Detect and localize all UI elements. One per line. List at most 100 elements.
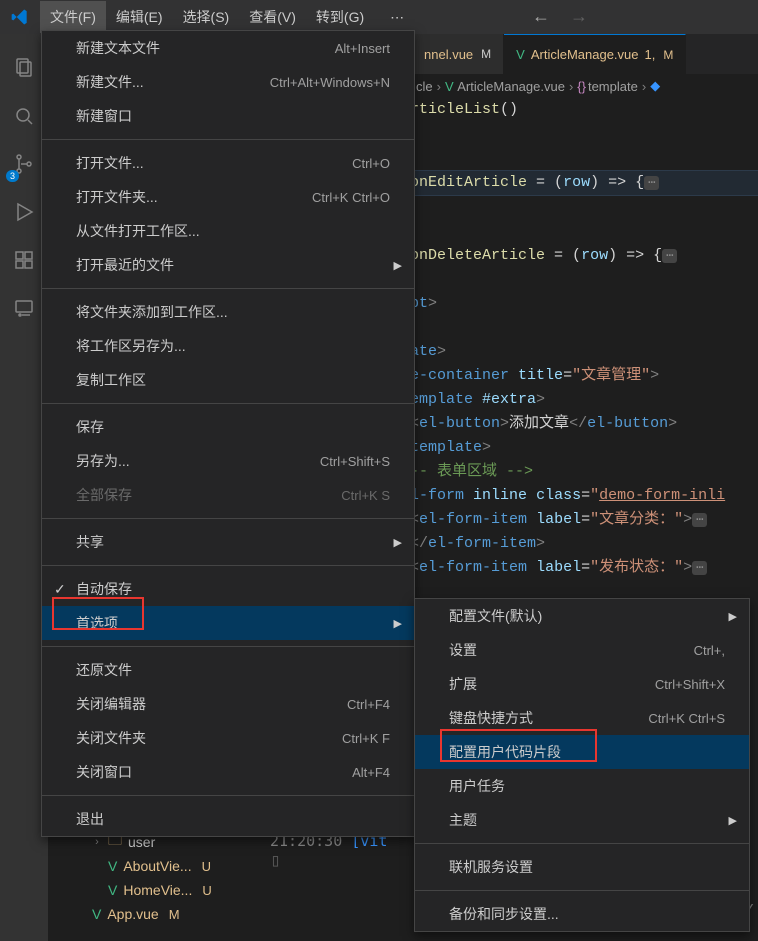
menu-separator	[42, 139, 414, 140]
menu-item-22[interactable]: 还原文件	[42, 653, 414, 687]
submenu-item-10[interactable]: 备份和同步设置...	[415, 897, 749, 931]
menu-item-label: 退出	[76, 809, 104, 829]
menu-edit[interactable]: 编辑(E)	[106, 1, 173, 33]
editor-tabs: nnel.vue M V ArticleManage.vue 1, M	[412, 34, 758, 74]
scm-status-badge: U	[202, 883, 211, 898]
chevron-right-icon: ›	[437, 79, 441, 94]
submenu-item-5[interactable]: 用户任务	[415, 769, 749, 803]
menu-item-label: 打开文件...	[76, 153, 144, 173]
menu-item-shortcut: Ctrl+Shift+S	[320, 454, 390, 469]
vue-icon: V	[92, 906, 101, 922]
tab-1[interactable]: V ArticleManage.vue 1, M	[504, 34, 686, 74]
menu-item-label: 设置	[449, 640, 477, 660]
menu-view[interactable]: 查看(V)	[239, 1, 306, 33]
menu-item-11[interactable]: 复制工作区	[42, 363, 414, 397]
menu-item-0[interactable]: 新建文本文件Alt+Insert	[42, 31, 414, 65]
crumb[interactable]: ArticleManage.vue	[457, 79, 565, 94]
menu-item-label: 共享	[76, 532, 104, 552]
menu-item-7[interactable]: 打开最近的文件 ▶	[42, 248, 414, 282]
submenu-item-2[interactable]: 扩展Ctrl+Shift+X	[415, 667, 749, 701]
scm-status-badge: U	[202, 859, 211, 874]
tab-problems: 1,	[645, 47, 656, 62]
menu-item-label: 关闭文件夹	[76, 728, 146, 748]
menu-item-2[interactable]: 新建窗口	[42, 99, 414, 133]
submenu-item-0[interactable]: 配置文件(默认) ▶	[415, 599, 749, 633]
chevron-right-icon: ›	[569, 79, 573, 94]
menu-item-shortcut: Ctrl+O	[352, 156, 390, 171]
submenu-item-1[interactable]: 设置 Ctrl+,	[415, 633, 749, 667]
menu-item-25[interactable]: 关闭窗口Alt+F4	[42, 755, 414, 789]
menu-item-6[interactable]: 从文件打开工作区...	[42, 214, 414, 248]
menu-item-label: 全部保存	[76, 485, 132, 505]
menu-item-label: 打开文件夹...	[76, 187, 158, 207]
vue-icon: V	[108, 882, 117, 898]
submenu-item-8[interactable]: 联机服务设置	[415, 850, 749, 884]
menu-item-9[interactable]: 将文件夹添加到工作区...	[42, 295, 414, 329]
menu-item-23[interactable]: 关闭编辑器Ctrl+F4	[42, 687, 414, 721]
submenu-item-4[interactable]: 配置用户代码片段	[415, 735, 749, 769]
nav-back-icon[interactable]: ←	[532, 6, 550, 27]
menu-item-label: 另存为...	[76, 451, 130, 471]
crumb[interactable]: template	[588, 79, 638, 94]
breadcrumb[interactable]: cle › V ArticleManage.vue › {} template …	[412, 74, 758, 98]
menu-item-shortcut: Ctrl+K Ctrl+S	[648, 711, 725, 726]
chevron-right-icon: ▶	[394, 617, 402, 630]
menu-item-label: 自动保存	[76, 579, 132, 599]
menu-item-label: 配置文件(默认)	[449, 606, 542, 626]
menu-more[interactable]: ⋯	[380, 3, 414, 32]
scm-status-badge: M	[169, 907, 180, 922]
chevron-right-icon: ▶	[729, 610, 737, 623]
menu-item-label: 将文件夹添加到工作区...	[76, 302, 228, 322]
tree-item-3[interactable]: V App.vue M	[58, 902, 212, 926]
menu-item-20[interactable]: 首选项▶	[42, 606, 414, 640]
tree-item-2[interactable]: VHomeVie...U	[58, 878, 212, 902]
submenu-item-6[interactable]: 主题▶	[415, 803, 749, 837]
file-menu-dropdown: 新建文本文件Alt+Insert新建文件...Ctrl+Alt+Windows+…	[41, 30, 415, 837]
menu-separator	[42, 288, 414, 289]
menu-item-24[interactable]: 关闭文件夹Ctrl+K F	[42, 721, 414, 755]
menu-select[interactable]: 选择(S)	[173, 1, 240, 33]
menu-item-shortcut: Ctrl+K Ctrl+O	[312, 190, 390, 205]
menu-item-27[interactable]: 退出	[42, 802, 414, 836]
menu-separator	[415, 890, 749, 891]
menu-separator	[415, 843, 749, 844]
tree-item-1[interactable]: V AboutVie... U	[58, 854, 212, 878]
tab-filename: ArticleManage.vue	[531, 47, 639, 62]
vue-icon: V	[516, 47, 525, 62]
tree-item-name: AboutVie...	[123, 858, 191, 874]
menu-item-14[interactable]: 另存为... Ctrl+Shift+S	[42, 444, 414, 478]
menu-item-13[interactable]: 保存	[42, 410, 414, 444]
tab-0[interactable]: nnel.vue M	[412, 34, 504, 74]
submenu-item-3[interactable]: 键盘快捷方式 Ctrl+K Ctrl+S	[415, 701, 749, 735]
tree-item-name: App.vue	[107, 906, 158, 922]
menu-separator	[42, 565, 414, 566]
nav-forward-icon[interactable]: →	[570, 6, 588, 27]
chevron-right-icon: ▶	[394, 259, 402, 272]
menu-goto[interactable]: 转到(G)	[306, 1, 374, 33]
menu-item-label: 备份和同步设置...	[449, 904, 559, 924]
menu-item-1[interactable]: 新建文件...Ctrl+Alt+Windows+N	[42, 65, 414, 99]
tab-filename: nnel.vue	[424, 47, 473, 62]
preferences-submenu: 配置文件(默认) ▶ 设置 Ctrl+, 扩展Ctrl+Shift+X 键盘快捷方式 Ctr…	[414, 598, 750, 932]
menu-file[interactable]: 文件(F)	[40, 1, 106, 33]
menu-item-label: 打开最近的文件	[76, 255, 174, 275]
menu-item-label: 用户任务	[449, 776, 505, 796]
menu-item-label: 新建文件...	[76, 72, 144, 92]
menu-item-5[interactable]: 打开文件夹... Ctrl+K Ctrl+O	[42, 180, 414, 214]
chevron-right-icon: ▶	[729, 814, 737, 827]
vue-icon: V	[445, 79, 454, 94]
tab-mod: M	[663, 48, 673, 62]
menu-item-label: 关闭编辑器	[76, 694, 146, 714]
menu-item-17[interactable]: 共享▶	[42, 525, 414, 559]
chevron-icon: ›	[90, 836, 104, 848]
crumb[interactable]: cle	[416, 79, 433, 94]
vue-icon: V	[108, 858, 117, 874]
menu-item-shortcut: Ctrl+,	[694, 643, 725, 658]
menu-item-10[interactable]: 将工作区另存为...	[42, 329, 414, 363]
menu-item-19[interactable]: ✓自动保存	[42, 572, 414, 606]
menu-item-4[interactable]: 打开文件... Ctrl+O	[42, 146, 414, 180]
menu-item-shortcut: Ctrl+K S	[341, 488, 390, 503]
menu-item-label: 键盘快捷方式	[449, 708, 533, 728]
file-tree[interactable]: ›🗀userVAboutVie...UVHomeVie...UVApp.vueM	[58, 830, 212, 926]
vscode-icon	[10, 7, 30, 27]
